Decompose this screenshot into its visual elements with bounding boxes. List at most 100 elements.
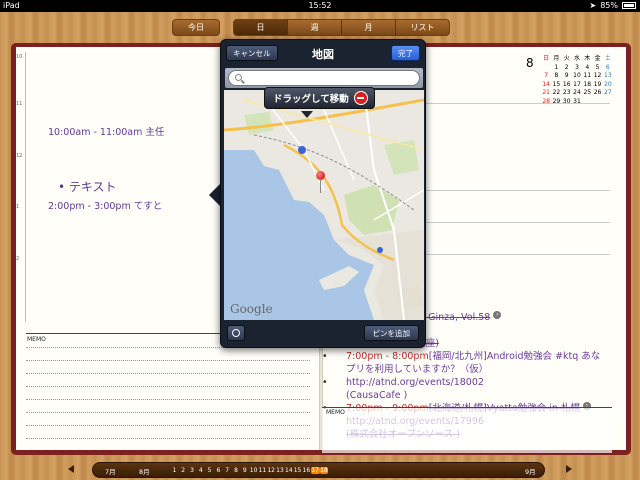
calendar-day[interactable]: 火: [562, 55, 572, 64]
event-2[interactable]: 2:00pm - 3:00pm てすと: [48, 198, 162, 212]
today-button[interactable]: 今日: [173, 20, 219, 35]
event-list-item[interactable]: • 7:00pm - 8:00pm [福岡/北九州]Android勉強会 #ktq…: [322, 350, 612, 363]
calendar-day[interactable]: 22: [551, 89, 561, 98]
calendar-day[interactable]: 25: [582, 89, 592, 98]
day-item[interactable]: 4: [196, 467, 205, 474]
event-1[interactable]: 10:00am - 11:00am 主任: [48, 124, 164, 138]
calendar-day[interactable]: 10: [572, 72, 582, 81]
calendar-day[interactable]: 27: [603, 89, 613, 98]
calendar-day[interactable]: 2: [562, 64, 572, 73]
next-month-label[interactable]: 9月: [525, 466, 536, 476]
remove-pin-icon[interactable]: [353, 91, 368, 105]
calendar-day[interactable]: 13: [603, 72, 613, 81]
view-switcher: 日 週 月 リスト: [233, 19, 450, 36]
day-item[interactable]: 8: [232, 467, 241, 474]
map-popover: キャンセル 地図 完了 Google ドラッグして移動 ピンを追加: [220, 39, 426, 348]
list-bullet: •: [322, 351, 328, 362]
day-item[interactable]: 10: [249, 467, 258, 474]
calendar-day[interactable]: 23: [562, 89, 572, 98]
calendar-day[interactable]: 20: [603, 81, 613, 90]
day-item[interactable]: 3: [188, 467, 197, 474]
search-icon: [235, 74, 242, 81]
search-bar: [225, 68, 423, 88]
event-time: 7:00pm - 8:00pm: [346, 351, 429, 362]
day-item[interactable]: 13: [276, 467, 285, 474]
event-title: (CausaCafe ): [346, 390, 408, 401]
disclosure-icon[interactable]: ›: [493, 311, 502, 319]
calendar-day[interactable]: 水: [572, 55, 582, 64]
date-strip: 7月 8月 1 2 3 4 5 6 7 8 9 10 11 12 13 14 15 16 17 18 9月: [92, 462, 545, 478]
hour-label: [16, 304, 24, 309]
memo-area-left[interactable]: MEMO: [26, 333, 310, 448]
prev-month-label[interactable]: 7月: [105, 466, 116, 476]
callout-label: ドラッグして移動: [273, 94, 349, 105]
prev-arrow-icon[interactable]: [68, 465, 74, 473]
calendar-day[interactable]: 8: [551, 72, 561, 81]
calendar-day[interactable]: 15: [551, 81, 561, 90]
mini-calendar[interactable]: 日月火水木金土 1 2 3 4 5 6 7 8 9 10 11 12 13 14 15 16 17 18 19 20 21…: [541, 55, 613, 107]
popover-toolbar: ピンを追加: [221, 321, 425, 347]
day-item[interactable]: 6: [214, 467, 223, 474]
google-logo: Google: [230, 302, 273, 316]
event-list-item[interactable]: プリを利用していますか？（仮）: [322, 363, 612, 376]
tab-day[interactable]: 日: [234, 20, 288, 35]
calendar-day[interactable]: 19: [592, 81, 602, 90]
memo-area-right[interactable]: MEMO: [322, 407, 612, 453]
event-title: [福岡/北九州]Android勉強会 #ktq あな: [428, 351, 601, 362]
day-item[interactable]: 9: [240, 467, 249, 474]
calendar-day[interactable]: 18: [582, 81, 592, 90]
day-item[interactable]: 12: [267, 467, 276, 474]
calendar-day[interactable]: 17: [572, 81, 582, 90]
day-item[interactable]: 5: [205, 467, 214, 474]
calendar-day[interactable]: 土: [603, 55, 613, 64]
calendar-day[interactable]: 3: [572, 64, 582, 73]
next-arrow-icon[interactable]: [566, 465, 572, 473]
current-location-button[interactable]: [227, 325, 245, 341]
current-month-label[interactable]: 8月: [139, 466, 150, 476]
day-item[interactable]: 1: [170, 467, 179, 474]
calendar-day[interactable]: 4: [582, 64, 592, 73]
day-item[interactable]: 7: [223, 467, 232, 474]
done-button[interactable]: 完了: [391, 45, 420, 61]
add-pin-button[interactable]: ピンを追加: [363, 325, 419, 341]
calendar-day[interactable]: 7: [541, 72, 551, 81]
calendar-day[interactable]: 日: [541, 55, 551, 64]
clock: 15:52: [308, 1, 332, 10]
event-list-item[interactable]: (CausaCafe ): [322, 389, 612, 402]
day-item[interactable]: 15: [293, 467, 302, 474]
tab-week[interactable]: 週: [288, 20, 342, 35]
search-input[interactable]: [228, 70, 420, 86]
calendar-day[interactable]: 11: [582, 72, 592, 81]
text-bullet[interactable]: • テキスト: [58, 178, 117, 195]
tab-month[interactable]: 月: [342, 20, 396, 35]
calendar-day[interactable]: 12: [592, 72, 602, 81]
calendar-day[interactable]: 21: [541, 89, 551, 98]
calendar-day[interactable]: 金: [592, 55, 602, 64]
list-bullet: [322, 389, 346, 402]
day-item[interactable]: 2: [179, 467, 188, 474]
calendar-day[interactable]: 1: [551, 64, 561, 73]
calendar-day[interactable]: 6: [603, 64, 613, 73]
day-item[interactable]: 11: [258, 467, 267, 474]
calendar-day[interactable]: [541, 64, 551, 73]
pin-callout[interactable]: ドラッグして移動: [264, 87, 375, 109]
map-view[interactable]: Google: [224, 90, 424, 320]
calendar-day[interactable]: 16: [562, 81, 572, 90]
calendar-day[interactable]: 木: [582, 55, 592, 64]
event-title: プリを利用していますか？（仮）: [346, 364, 489, 375]
calendar-day[interactable]: 24: [572, 89, 582, 98]
day-item[interactable]: 14: [284, 467, 293, 474]
calendar-day[interactable]: 月: [551, 55, 561, 64]
battery-percent: 85%: [600, 1, 618, 10]
calendar-day[interactable]: 9: [562, 72, 572, 81]
event-list-item[interactable]: • http://atnd.org/events/18002: [322, 376, 612, 389]
calendar-day[interactable]: 14: [541, 81, 551, 90]
calendar-day[interactable]: 26: [592, 89, 602, 98]
timeline-rule: [25, 52, 26, 322]
day-item[interactable]: 17: [310, 467, 320, 474]
locate-icon: [232, 329, 240, 337]
day-item[interactable]: 16: [302, 467, 311, 474]
tab-list[interactable]: リスト: [396, 20, 449, 35]
calendar-day[interactable]: 5: [592, 64, 602, 73]
day-item[interactable]: 18: [319, 467, 329, 474]
